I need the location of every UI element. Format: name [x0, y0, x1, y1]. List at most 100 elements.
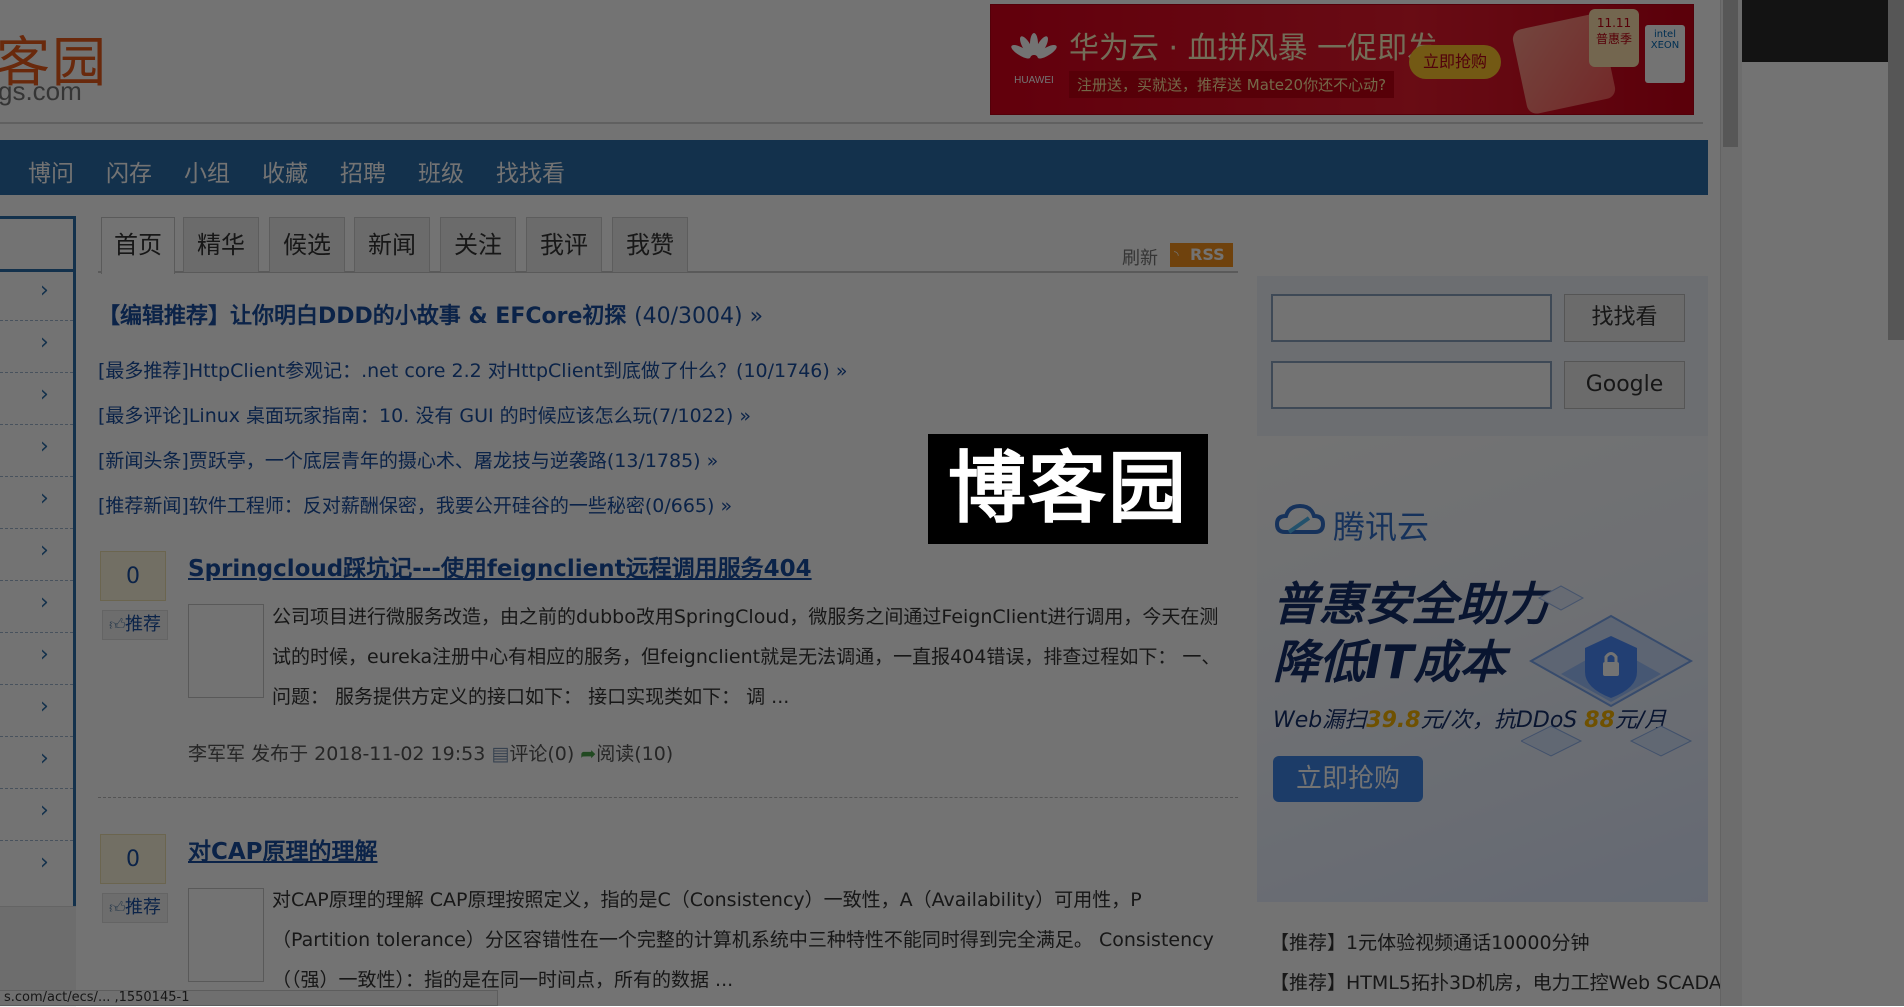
sidebar-divider	[0, 684, 73, 685]
google-search-button[interactable]: Google	[1564, 361, 1685, 409]
post-reads[interactable]: 阅读(10)	[596, 743, 673, 765]
nav-item-q[interactable]: 博问	[28, 154, 74, 188]
nav-item-ing[interactable]: 闪存	[106, 154, 152, 188]
scrollbar-thumb[interactable]	[1723, 0, 1738, 147]
zzk-search-input[interactable]	[1271, 294, 1552, 342]
chevron-right-icon[interactable]: ›	[40, 798, 49, 823]
chevron-right-icon[interactable]: ›	[40, 434, 49, 459]
post-comments[interactable]: 评论(0)	[509, 743, 574, 765]
news-link[interactable]: [推荐新闻]软件工程师：反对薪酬保密，我要公开硅谷的一些秘密(0/665) »	[98, 491, 732, 518]
tencent-brand: 腾讯云	[1333, 508, 1430, 546]
tab-following[interactable]: 关注	[440, 217, 516, 272]
thumbs-up-icon: 👍︎	[109, 898, 126, 917]
outer-dark-strip	[1742, 0, 1904, 62]
nav-item-group[interactable]: 小组	[184, 154, 230, 188]
chevron-right-icon[interactable]: ›	[40, 746, 49, 771]
author-avatar[interactable]	[188, 604, 264, 698]
author-avatar[interactable]	[188, 888, 264, 982]
sidebar-divider	[0, 788, 73, 789]
editor-pick-headline[interactable]: 【编辑推荐】让你明白DDD的小故事 & EFCore初探 (40/3004) »	[98, 298, 763, 330]
tab-my-likes[interactable]: 我赞	[612, 217, 688, 272]
sidebar-divider	[0, 528, 73, 529]
chevron-right-icon[interactable]: ›	[40, 642, 49, 667]
search-panel: 找找看 Google	[1257, 276, 1708, 436]
huawei-ad-subtitle: 注册送，买就送，推荐送 Mate20你还不心动?	[1069, 71, 1395, 98]
status-bar-url: s.com/act/ecs/... ,1550145-1	[0, 990, 498, 1006]
zzk-search-button[interactable]: 找找看	[1564, 294, 1685, 342]
rss-icon: ◝	[1174, 248, 1179, 262]
huawei-logo-icon: HUAWEI	[1003, 31, 1065, 91]
tencent-headline-2: 降低IT成本	[1273, 635, 1506, 689]
sidebar-divider	[0, 736, 73, 737]
chevron-right-icon[interactable]: ›	[40, 850, 49, 875]
recommend-button[interactable]: 👍︎推荐	[102, 893, 168, 923]
post-title[interactable]: Springcloud踩坑记---使用feignclient远程调用服务404	[188, 549, 812, 583]
sidebar-divider	[0, 424, 73, 425]
vote-count: 0	[100, 551, 166, 601]
intel-chip-icon: intel XEON	[1645, 25, 1685, 83]
sidebar-divider	[0, 320, 73, 321]
sidebar-divider	[0, 840, 73, 841]
news-link[interactable]: [最多推荐]HttpClient参观记：.net core 2.2 对HttpC…	[98, 356, 847, 383]
thumbs-up-icon: 👍︎	[109, 615, 126, 634]
chevron-right-icon[interactable]: ›	[40, 694, 49, 719]
post-author[interactable]: 李军军	[188, 743, 245, 765]
chevron-right-icon[interactable]: ›	[40, 330, 49, 355]
page-scrollbar[interactable]	[1720, 0, 1742, 1006]
tab-candidate[interactable]: 候选	[269, 217, 345, 272]
chevron-right-icon[interactable]: ›	[40, 278, 49, 303]
chevron-right-icon[interactable]: ›	[40, 382, 49, 407]
huawei-ad-button[interactable]: 立即抢购	[1409, 45, 1501, 79]
post-summary: 对CAP原理的理解 CAP原理按照定义，指的是C（Consistency）一致性…	[272, 889, 1214, 991]
rss-button[interactable]: ◝ RSS	[1170, 243, 1233, 267]
promo-link[interactable]: 【推荐】1元体验视频通话10000分钟	[1270, 928, 1590, 955]
header-divider	[0, 122, 1703, 124]
sidebar-divider	[0, 476, 73, 477]
outer-scrollbar[interactable]	[1888, 0, 1904, 340]
post-title[interactable]: 对CAP原理的理解	[188, 832, 378, 866]
security-shield-icon	[1521, 585, 1694, 757]
huawei-ad-banner[interactable]: HUAWEI 华为云 · 血拼风暴 一促即发 注册送，买就送，推荐送 Mate2…	[990, 4, 1694, 115]
outer-panel	[1742, 62, 1904, 1006]
category-sidebar: › › › › › › › › › › › ›	[0, 216, 76, 906]
post-divider	[98, 797, 1238, 798]
news-link[interactable]: [新闻头条]贾跃亭，一个底层青年的摄心术、屠龙技与逆袭路(13/1785) »	[98, 446, 718, 473]
nav-item-job[interactable]: 招聘	[340, 154, 386, 188]
nav-item-wz[interactable]: 收藏	[262, 154, 308, 188]
recommend-label: 推荐	[125, 614, 161, 635]
nav-item-zzk[interactable]: 找找看	[496, 154, 565, 188]
chevron-right-icon[interactable]: ›	[40, 538, 49, 563]
nav-item-edu[interactable]: 班级	[418, 154, 464, 188]
post-summary: 公司项目进行微服务改造，由之前的dubbo改用SpringCloud，微服务之间…	[272, 606, 1221, 708]
recommend-label: 推荐	[125, 897, 161, 918]
tab-home[interactable]: 首页	[101, 217, 175, 274]
google-search-input[interactable]	[1271, 361, 1552, 409]
recommend-button[interactable]: 👍︎推荐	[102, 610, 168, 640]
watermark-label: 博客园	[928, 434, 1208, 544]
tencent-ad-banner[interactable]: 腾讯云 普惠安全助力 降低IT成本 Web漏扫39.8元/次，抗DDoS 88元…	[1257, 436, 1708, 902]
chevron-right-icon[interactable]: ›	[40, 590, 49, 615]
post-meta: 李军军 发布于 2018-11-02 19:53 ▤评论(0) ➦阅读(10)	[188, 739, 673, 766]
tencent-buy-button[interactable]: 立即抢购	[1273, 756, 1423, 802]
tab-news[interactable]: 新闻	[354, 217, 430, 272]
tab-pick[interactable]: 精华	[183, 217, 259, 272]
refresh-link[interactable]: 刷新	[1122, 244, 1158, 270]
rss-label: RSS	[1190, 245, 1225, 264]
sidebar-divider	[0, 372, 73, 373]
comment-icon: ▤	[491, 743, 510, 765]
top-nav-bar: 博问 闪存 小组 收藏 招聘 班级 找找看	[0, 140, 1708, 195]
tencent-headline-1: 普惠安全助力	[1273, 577, 1549, 631]
price-value-a: 39.8	[1366, 708, 1421, 733]
promo-badge: 11.11 普惠季	[1589, 9, 1639, 67]
huawei-brand-text: HUAWEI	[1014, 75, 1054, 86]
sidebar-header	[0, 216, 73, 272]
site-logo-domain: gs.com	[0, 76, 82, 106]
chevron-right-icon[interactable]: ›	[40, 486, 49, 511]
vote-count: 0	[100, 834, 166, 884]
headline-count: (40/3004) »	[634, 304, 764, 329]
promo-link[interactable]: 【推荐】HTML5拓扑3D机房，电力工控Web SCADA	[1270, 968, 1722, 995]
sidebar-divider	[0, 632, 73, 633]
tab-my-comments[interactable]: 我评	[526, 217, 602, 272]
news-link[interactable]: [最多评论]Linux 桌面玩家指南：10. 没有 GUI 的时候应该怎么玩(7…	[98, 401, 751, 428]
headline-title[interactable]: 【编辑推荐】让你明白DDD的小故事 & EFCore初探	[98, 304, 626, 329]
